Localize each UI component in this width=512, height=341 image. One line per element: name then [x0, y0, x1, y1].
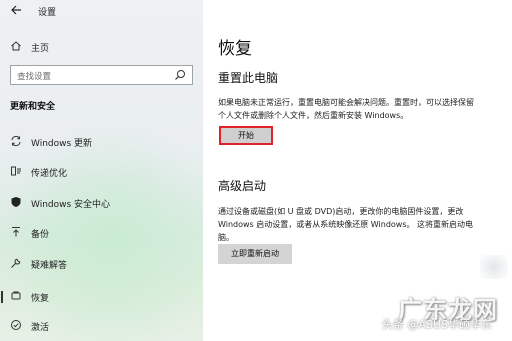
advanced-startup-description: 通过设备或磁盘(如 U 盘或 DVD)启动，更改你的电脑固件设置，更改 Wind…	[218, 205, 508, 244]
search-input[interactable]: 查找设置	[10, 65, 193, 85]
recovery-icon	[9, 290, 23, 304]
sidebar-item-label: 主页	[31, 44, 50, 54]
sidebar-item-label: 传递优化	[31, 169, 68, 179]
sidebar-item-label: 疑难解答	[31, 261, 68, 271]
search-icon[interactable]	[174, 69, 186, 81]
sidebar-item-label: Windows 更新	[31, 139, 93, 149]
title-bar: 设置	[0, 0, 203, 24]
sidebar: 设置 主页 查找设置 更新和安全 Windows 更新 传递优化 Windows…	[0, 0, 203, 341]
description-line: 脑。	[218, 233, 234, 242]
description-line: 如果电脑未正常运行，重置电脑可能会解决问题。重置时，可以选择保留	[218, 98, 474, 107]
delivery-optimization-icon	[9, 165, 23, 179]
sidebar-item-backup[interactable]: 备份	[0, 221, 203, 245]
page-title: 恢复	[218, 39, 252, 59]
backup-arrow-icon	[9, 226, 23, 240]
back-arrow-icon[interactable]	[8, 4, 24, 20]
reset-pc-heading: 重置此电脑	[218, 71, 279, 85]
reset-pc-description: 如果电脑未正常运行，重置电脑可能会解决问题。重置时，可以选择保留 个人文件或删除…	[218, 96, 508, 122]
home-icon	[9, 40, 23, 54]
sidebar-item-label: 备份	[31, 230, 50, 240]
sidebar-item-label: 恢复	[31, 294, 50, 304]
check-circle-icon	[9, 319, 23, 333]
sidebar-item-delivery-optimization[interactable]: 传递优化	[0, 160, 203, 184]
sync-icon	[9, 135, 23, 149]
get-started-button[interactable]: 开始	[219, 126, 273, 145]
description-line: Windows 启动设置，或者从系统映像还原 Windows。 这将重新启动电	[218, 220, 474, 229]
wrench-icon	[9, 257, 23, 271]
sidebar-item-home[interactable]: 主页	[0, 35, 203, 59]
sidebar-item-troubleshoot[interactable]: 疑难解答	[0, 252, 203, 276]
sidebar-item-security-center[interactable]: Windows 安全中心	[0, 191, 203, 215]
sidebar-item-label: 激活	[31, 323, 50, 333]
search-placeholder: 查找设置	[17, 72, 52, 82]
sidebar-item-windows-update[interactable]: Windows 更新	[0, 130, 203, 154]
shield-icon	[9, 196, 23, 210]
source-watermark: 头条 @ASUS华硕华东	[381, 318, 492, 331]
app-title: 设置	[38, 8, 57, 18]
restart-now-button[interactable]: 立即重新启动	[218, 244, 292, 264]
description-line: 个人文件或删除个人文件，然后重新安装 Windows。	[218, 111, 409, 120]
section-title: 更新和安全	[10, 102, 56, 112]
sidebar-item-recovery[interactable]: 恢复	[0, 285, 203, 309]
watermark-logo	[480, 255, 508, 279]
description-line: 通过设备或磁盘(如 U 盘或 DVD)启动，更改你的电脑固件设置，更改	[218, 207, 464, 216]
advanced-startup-heading: 高级启动	[218, 179, 267, 193]
sidebar-item-activation[interactable]: 激活	[0, 314, 203, 338]
sidebar-item-label: Windows 安全中心	[31, 200, 111, 210]
